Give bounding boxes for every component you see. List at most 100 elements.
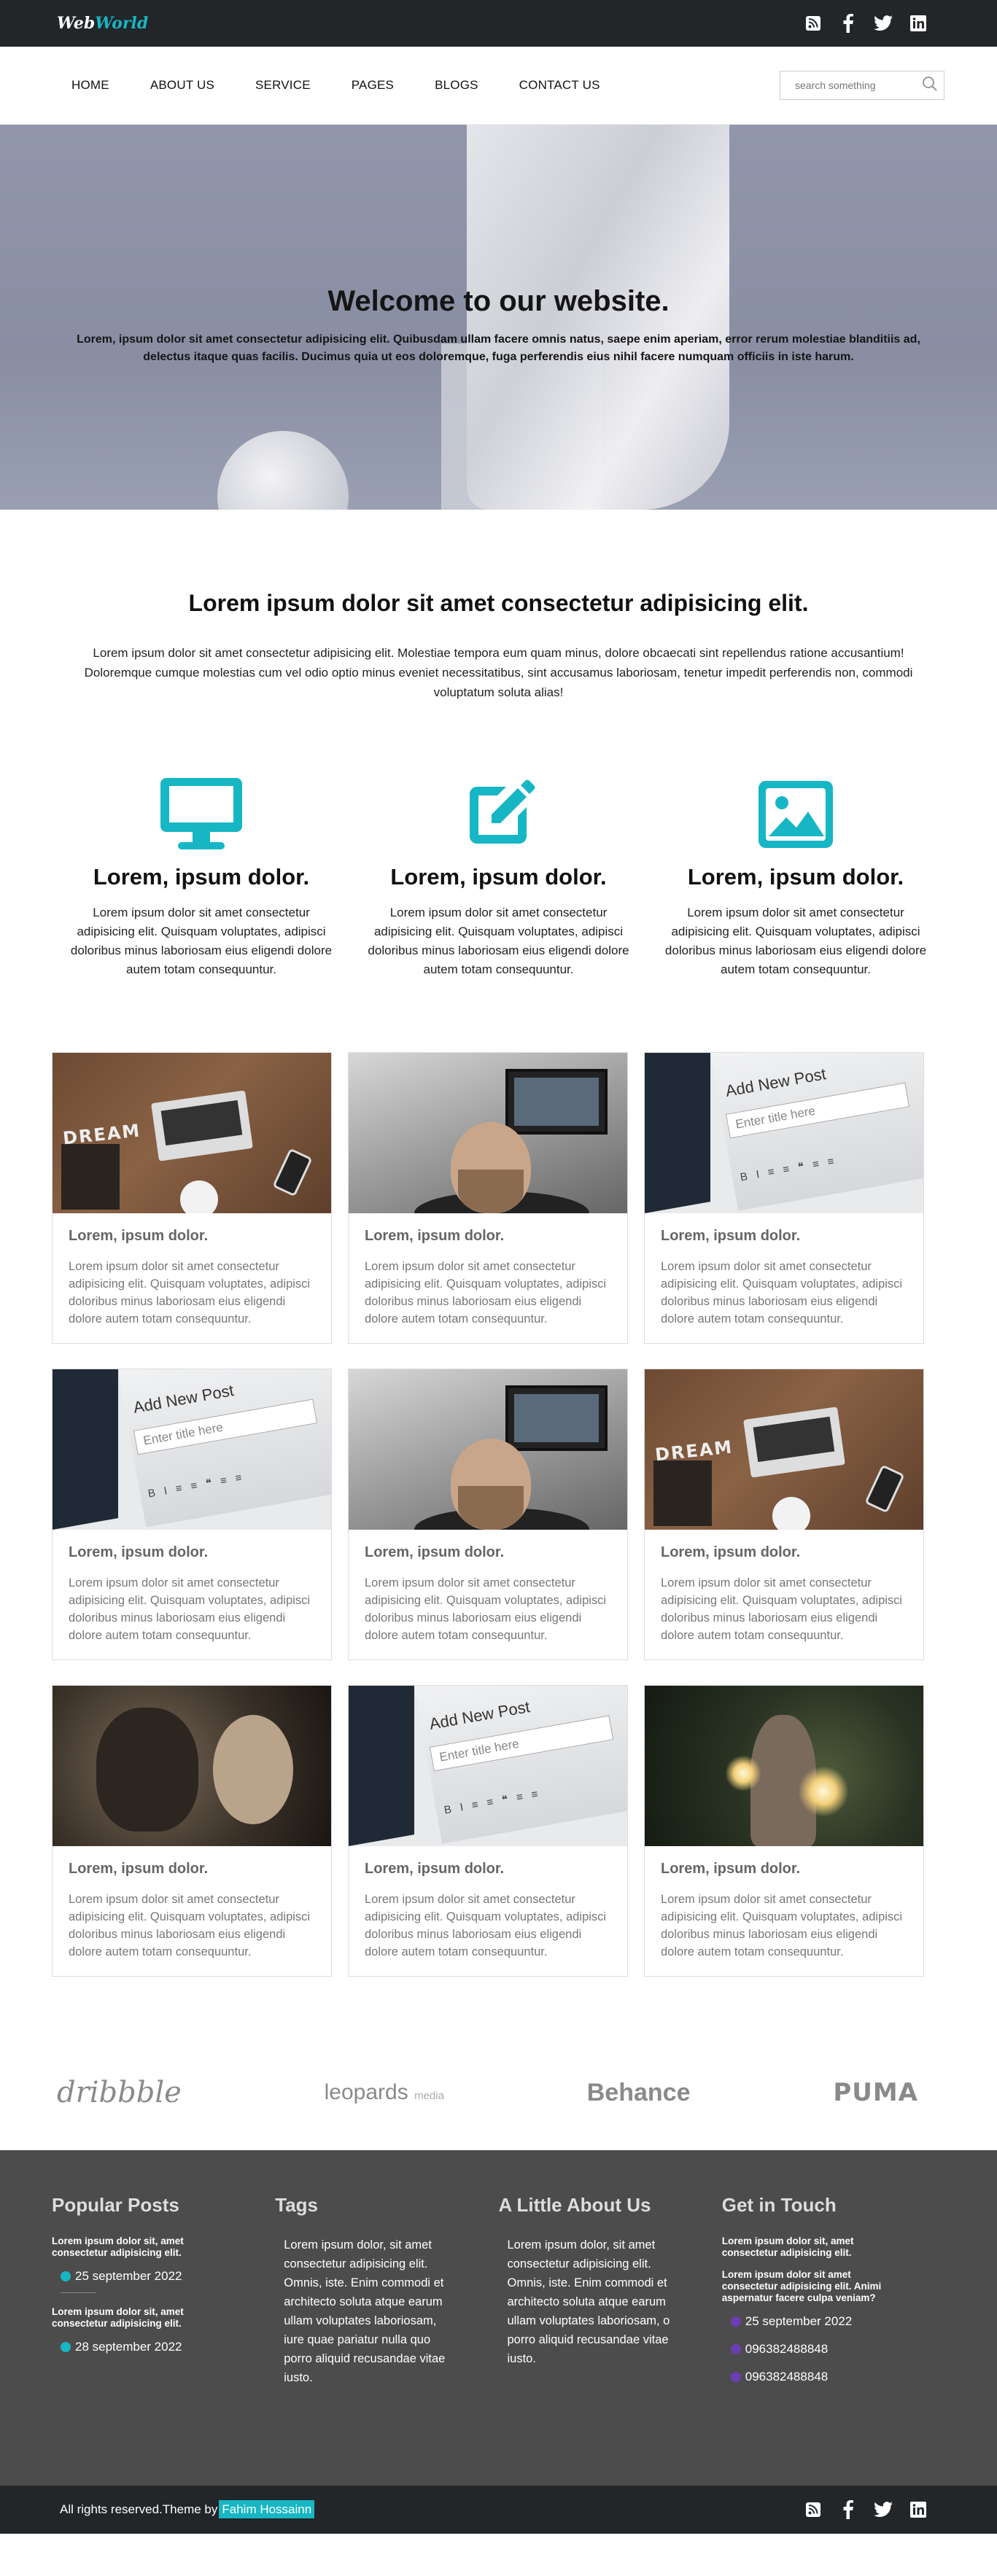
footer-heading: Tags [275, 2194, 319, 2216]
blog-card[interactable]: Lorem, ipsum dolor. Lorem ipsum dolor si… [52, 1685, 332, 1977]
contact-date: 25 september 2022 [730, 2314, 945, 2329]
linkedin-icon[interactable] [909, 2500, 928, 2519]
divider [61, 2292, 96, 2293]
leopards-sub: media [414, 2090, 444, 2102]
nav-home[interactable]: HOME [71, 78, 109, 93]
rss-icon[interactable] [804, 14, 823, 33]
nav-about-us[interactable]: ABOUT US [150, 78, 214, 93]
popular-post-link[interactable]: Lorem ipsum dolor sit, amet consectetur … [52, 2235, 212, 2259]
blog-card[interactable]: DREAM Lorem, ipsum dolor. Lorem ipsum do… [52, 1052, 332, 1344]
card-title: Lorem, ipsum dolor. [69, 1228, 209, 1244]
contact-text: Lorem ipsum dolor sit, amet consectetur … [721, 2235, 854, 2258]
features-section: Lorem, ipsum dolor. Lorem ipsum dolor si… [0, 702, 997, 979]
linkedin-icon[interactable] [909, 14, 928, 33]
dribbble-logo[interactable]: dribbble [57, 2076, 182, 2109]
blog-card[interactable]: Add New Post Enter title here B I ≡ ≡ ❝ … [348, 1685, 628, 1977]
card-image-desk: DREAM [53, 1053, 331, 1213]
blog-card[interactable]: Lorem, ipsum dolor. Lorem ipsum dolor si… [644, 1685, 924, 1977]
card-image-wordpress: Add New Post Enter title here B I ≡ ≡ ❝ … [53, 1369, 331, 1530]
hero-content: Welcome to our website. Lorem, ipsum dol… [0, 285, 997, 366]
monitor-icon [66, 777, 337, 852]
search-box [780, 71, 944, 100]
nav-menu: HOME ABOUT US SERVICE PAGES BLOGS CONTAC… [71, 78, 641, 93]
social-links [804, 14, 928, 33]
facebook-icon[interactable] [839, 14, 858, 33]
nav-contact-us[interactable]: CONTACT US [519, 78, 600, 93]
card-title: Lorem, ipsum dolor. [661, 1861, 801, 1877]
rss-icon[interactable] [804, 2500, 823, 2519]
blog-card[interactable]: Lorem, ipsum dolor. Lorem ipsum dolor si… [348, 1052, 628, 1344]
card-image-desk: DREAM [645, 1369, 923, 1530]
intro-title: Lorem ipsum dolor sit amet consectetur a… [188, 590, 809, 616]
hero-banner: Welcome to our website. Lorem, ipsum dol… [0, 125, 997, 510]
nav-service[interactable]: SERVICE [255, 78, 311, 93]
search-icon[interactable] [922, 76, 938, 96]
feature-text: Lorem ipsum dolor sit amet consectetur a… [664, 906, 927, 976]
card-image-wordpress: Add New Post Enter title here B I ≡ ≡ ❝ … [349, 1686, 627, 1846]
puma-logo[interactable]: PUMA [833, 2078, 918, 2107]
feature-item: Lorem, ipsum dolor. Lorem ipsum dolor si… [66, 777, 337, 979]
contact-text: Lorem ipsum dolor sit amet consectetur a… [721, 2269, 882, 2303]
leopards-logo[interactable]: leopards media [325, 2080, 444, 2105]
phone-icon [730, 2344, 741, 2354]
nav-blogs[interactable]: BLOGS [435, 78, 478, 93]
footer-tags: Tags Lorem ipsum dolor, sit amet consect… [275, 2194, 498, 2486]
card-title: Lorem, ipsum dolor. [661, 1228, 801, 1244]
clock-icon [730, 2316, 741, 2327]
card-text: Lorem ipsum dolor sit amet consectetur a… [661, 1893, 903, 1958]
phone-text: 096382488848 [745, 2342, 829, 2356]
card-title: Lorem, ipsum dolor. [365, 1228, 505, 1244]
footer-heading: Popular Posts [52, 2194, 179, 2216]
feature-text: Lorem ipsum dolor sit amet consectetur a… [368, 906, 629, 976]
popular-post-link[interactable]: Lorem ipsum dolor sit, amet consectetur … [52, 2306, 212, 2330]
footer-heading: A Little About Us [498, 2194, 651, 2216]
main-navigation: HOME ABOUT US SERVICE PAGES BLOGS CONTAC… [0, 47, 997, 125]
card-text: Lorem ipsum dolor sit amet consectetur a… [69, 1893, 311, 1958]
card-image-ape [53, 1686, 331, 1846]
behance-logo[interactable]: Behance [587, 2079, 691, 2107]
search-input[interactable] [795, 79, 912, 91]
card-image-wordpress: Add New Post Enter title here B I ≡ ≡ ❝ … [645, 1053, 923, 1213]
footer-contact: Get in Touch Lorem ipsum dolor sit, amet… [722, 2194, 945, 2486]
card-title: Lorem, ipsum dolor. [69, 1544, 209, 1560]
site-logo[interactable]: WebWorld [57, 14, 148, 33]
card-text: Lorem ipsum dolor sit amet consectetur a… [69, 1576, 311, 1642]
logo-part-2: World [95, 14, 149, 33]
brand-logos: dribbble leopards media Behance PUMA [0, 1977, 997, 2150]
post-date-text: 25 september 2022 [75, 2269, 182, 2283]
footer: Popular Posts Lorem ipsum dolor sit, ame… [0, 2150, 997, 2486]
blog-card[interactable]: DREAM Lorem, ipsum dolor. Lorem ipsum do… [644, 1369, 924, 1660]
phone-icon [730, 2372, 741, 2382]
twitter-icon[interactable] [874, 2500, 893, 2519]
blog-card[interactable]: Add New Post Enter title here B I ≡ ≡ ❝ … [52, 1369, 332, 1660]
hero-text: Lorem, ipsum dolor sit amet consectetur … [77, 333, 920, 363]
edit-icon [363, 777, 635, 852]
intro-text: Lorem ipsum dolor sit amet consectetur a… [84, 646, 913, 699]
copyright: All rights reserved.Theme by Fahim Hossai… [60, 2500, 315, 2518]
blog-card[interactable]: Lorem, ipsum dolor. Lorem ipsum dolor si… [348, 1369, 628, 1660]
bottom-bar: All rights reserved.Theme by Fahim Hossai… [0, 2486, 997, 2534]
blog-card[interactable]: Add New Post Enter title here B I ≡ ≡ ❝ … [644, 1052, 924, 1344]
hero-sphere [217, 431, 349, 510]
footer-about: A Little About Us Lorem ipsum dolor, sit… [499, 2194, 722, 2486]
feature-title: Lorem, ipsum dolor. [390, 864, 607, 890]
card-text: Lorem ipsum dolor sit amet consectetur a… [661, 1260, 903, 1326]
phone-text: 096382488848 [745, 2370, 829, 2384]
card-title: Lorem, ipsum dolor. [69, 1861, 209, 1877]
post-date: 25 september 2022 [61, 2269, 275, 2284]
author-link[interactable]: Fahim Hossainn [219, 2500, 315, 2518]
footer-social-links [804, 2500, 928, 2519]
card-image-office [349, 1053, 627, 1213]
twitter-icon[interactable] [874, 14, 893, 33]
contact-phone[interactable]: 096382488848 [730, 2370, 945, 2384]
contact-phone[interactable]: 096382488848 [730, 2342, 945, 2357]
footer-popular-posts: Popular Posts Lorem ipsum dolor sit, ame… [52, 2194, 275, 2486]
post-date-text: 28 september 2022 [75, 2340, 182, 2354]
card-text: Lorem ipsum dolor sit amet consectetur a… [69, 1260, 311, 1326]
logo-part-1: Web [57, 14, 96, 33]
nav-pages[interactable]: PAGES [352, 78, 394, 93]
leopards-text: leopards [324, 2080, 408, 2104]
facebook-icon[interactable] [839, 2500, 858, 2519]
card-image-office [349, 1369, 627, 1530]
clock-icon [61, 2271, 71, 2281]
